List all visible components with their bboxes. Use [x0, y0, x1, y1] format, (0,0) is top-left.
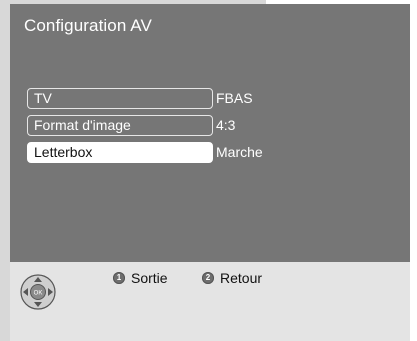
button-hint-bar: OK 1 Sortie 2 Retour	[10, 262, 410, 341]
button-2-icon: 2	[202, 272, 214, 284]
osd-menu-panel: Configuration AV TV FBAS Format d'image …	[10, 4, 410, 262]
menu-title: Configuration AV	[24, 16, 152, 35]
hint-sortie-label: Sortie	[131, 270, 168, 286]
menu-value-format-image: 4:3	[216, 117, 236, 133]
hint-sortie: 1 Sortie	[113, 270, 168, 286]
menu-value-tv: FBAS	[216, 90, 253, 106]
ok-center-label: OK	[34, 291, 43, 297]
hint-retour: 2 Retour	[202, 270, 262, 286]
tv-osd-frame: Configuration AV TV FBAS Format d'image …	[0, 0, 417, 341]
hint-retour-label: Retour	[220, 270, 263, 286]
ok-navigation-pad-icon: OK	[20, 274, 56, 310]
right-border	[410, 4, 417, 341]
menu-item-letterbox[interactable]: Letterbox	[27, 142, 213, 163]
menu-item-format-image[interactable]: Format d'image	[27, 115, 213, 136]
menu-value-letterbox: Marche	[216, 144, 263, 160]
menu-item-tv[interactable]: TV	[27, 88, 213, 109]
button-1-icon: 1	[113, 272, 125, 284]
left-border	[0, 0, 10, 341]
